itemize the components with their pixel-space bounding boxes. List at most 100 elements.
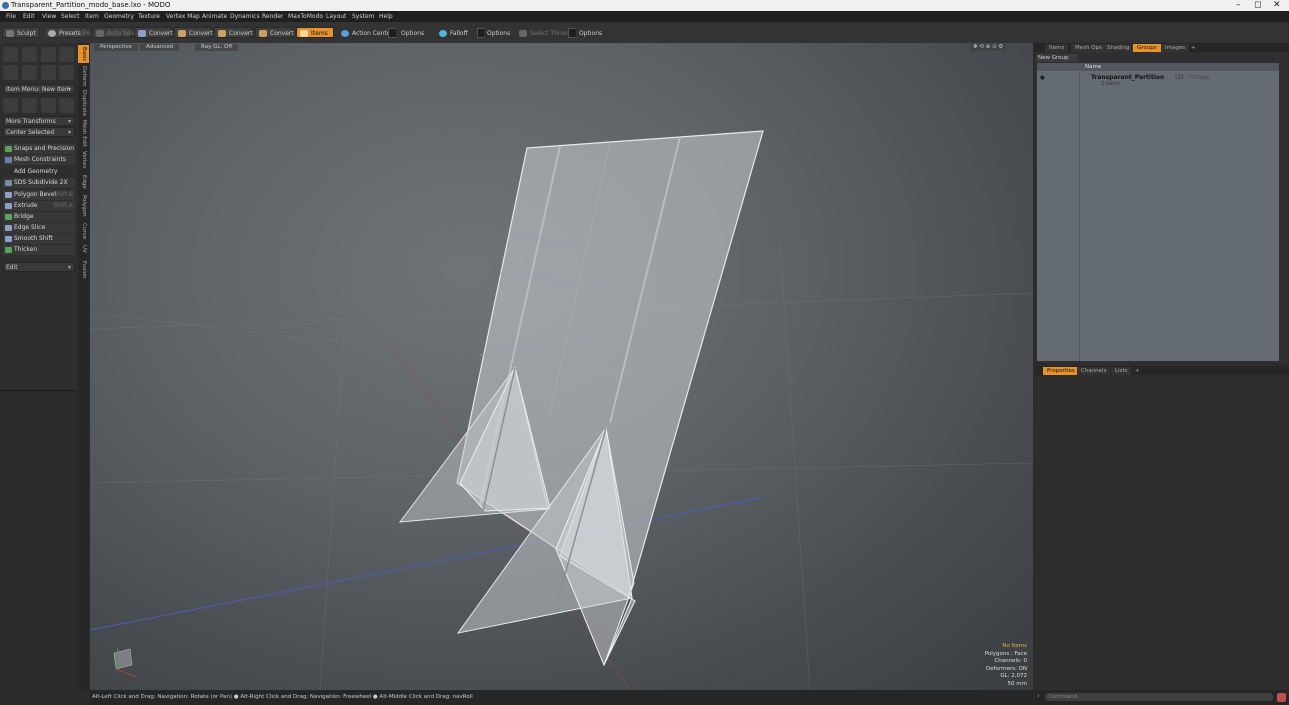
presets-icon [48, 30, 56, 37]
tab-basic[interactable]: Basic [78, 45, 89, 63]
tab-images[interactable]: Images [1161, 44, 1190, 52]
sculpt-icon [6, 30, 14, 37]
raygl-toggle[interactable]: Ray GL: Off [195, 44, 239, 51]
text-icon[interactable] [59, 65, 74, 80]
bridge-tool[interactable]: Bridge [3, 212, 75, 222]
view-type-dropdown[interactable]: Perspective [94, 44, 138, 51]
convert-icon [218, 30, 226, 37]
add-geometry-header[interactable]: Add Geometry [3, 167, 75, 177]
tab-uv[interactable]: UV [78, 243, 89, 255]
viewport-info: No Items Polygons : Face Channels: 0 Def… [984, 643, 1027, 687]
menu-dynamics[interactable]: Dynamics [230, 11, 260, 22]
groups-list-header: Name [1037, 63, 1279, 71]
tab-items[interactable]: Items [1045, 44, 1069, 52]
tab-mesh-edit[interactable]: Mesh Edit [78, 119, 89, 147]
groups-panel: Items Mesh Ops Shading Groups Images + N… [1035, 43, 1289, 363]
menu-animate[interactable]: Animate [202, 11, 227, 22]
menu-system[interactable]: System [352, 11, 374, 22]
action-center-button[interactable]: Action Center [337, 27, 393, 38]
menu-item[interactable]: Item [85, 11, 99, 22]
polygon-bevel-tool[interactable]: Polygon Bevel Shift-B [3, 190, 75, 200]
eye-icon[interactable]: ● [1040, 75, 1045, 81]
menu-help[interactable]: Help [379, 11, 393, 22]
wedge-icon[interactable] [41, 65, 56, 80]
mesh-constraints-tool[interactable]: Mesh Constraints [3, 155, 75, 165]
select-through-options-button[interactable]: Options [576, 27, 610, 38]
scale-icon[interactable] [41, 98, 56, 113]
rotate-icon[interactable] [22, 98, 37, 113]
add-tab-button[interactable]: + [1187, 44, 1200, 52]
sculpt-button[interactable]: Sculpt [2, 27, 40, 38]
bridge-icon [5, 214, 12, 220]
menu-file[interactable]: File [6, 11, 16, 22]
minimize-button[interactable]: – [1236, 0, 1241, 11]
3d-viewport[interactable]: Perspective Advanced Ray GL: Off ✥ ⟲ ⊕ ⊙… [90, 43, 1033, 690]
menu-vertex-map[interactable]: Vertex Map [166, 11, 200, 22]
close-button[interactable]: ✕ [1273, 0, 1281, 11]
items-mode-button[interactable]: Items [296, 27, 334, 38]
sds-subdivide-tool[interactable]: SDS Subdivide 2X [3, 178, 75, 188]
shading-mode-dropdown[interactable]: Advanced [140, 44, 180, 51]
command-history-icon[interactable] [1277, 693, 1286, 702]
tab-edge[interactable]: Edge [78, 173, 89, 191]
edit-dropdown[interactable]: Edit ▾ [3, 262, 75, 272]
snaps-and-precision-tool[interactable]: Snaps and Precision [3, 144, 75, 154]
maximize-button[interactable]: ◻ [1254, 0, 1261, 11]
viewport-nav-icons[interactable]: ✥ ⟲ ⊕ ⊙ ⚙ [970, 44, 1007, 51]
menu-view[interactable]: View [42, 11, 56, 22]
convert-edges-button[interactable]: Convert [174, 27, 213, 38]
select-through-button[interactable]: Select Through [515, 27, 575, 38]
tab-lists[interactable]: Lists [1111, 367, 1132, 375]
torus-icon[interactable] [3, 65, 18, 80]
tab-polygon[interactable]: Polygon [78, 193, 89, 219]
presets-button[interactable]: Presets F6 [44, 27, 90, 38]
menu-geometry[interactable]: Geometry [104, 11, 134, 22]
tab-mesh-ops[interactable]: Mesh Ops [1071, 44, 1106, 52]
item-menu-dropdown[interactable]: Item Menu: New Item ▾ [3, 84, 75, 94]
group-type: : Group [1187, 74, 1210, 81]
smooth-shift-tool[interactable]: Smooth Shift [3, 234, 75, 244]
tab-deform[interactable]: Deform [78, 65, 89, 87]
convert-vertices-button[interactable]: Convert [134, 27, 173, 38]
tab-fusion[interactable]: Fusion [78, 259, 89, 281]
sphere-icon[interactable] [22, 47, 37, 62]
tab-vertex[interactable]: Vertex [78, 149, 89, 171]
tab-shading[interactable]: Shading [1103, 44, 1134, 52]
more-transforms-dropdown[interactable]: More Transforms ▾ [3, 116, 75, 126]
tab-channels[interactable]: Channels [1077, 367, 1111, 375]
cylinder-icon[interactable] [41, 47, 56, 62]
center-selected-dropdown[interactable]: Center Selected ▾ [3, 127, 75, 137]
tab-curve[interactable]: Curve [78, 221, 89, 241]
edge-slice-tool[interactable]: Edge Slice [3, 223, 75, 233]
command-input[interactable]: Command [1045, 693, 1273, 701]
menu-edit[interactable]: Edit [23, 11, 35, 22]
menu-render[interactable]: Render [262, 11, 283, 22]
menu-texture[interactable]: Texture [138, 11, 160, 22]
menu-select[interactable]: Select [61, 11, 80, 22]
tab-properties[interactable]: Properties [1043, 367, 1079, 375]
group-row[interactable]: ● Transparent_Partition (2) : Group 2 It… [1037, 73, 1279, 89]
move-icon[interactable] [3, 98, 18, 113]
menu-layout[interactable]: Layout [326, 11, 346, 22]
tab-duplicate[interactable]: Duplicate [78, 89, 89, 117]
auto-select-button[interactable]: Auto Select [92, 27, 141, 38]
transform-icon[interactable] [59, 98, 74, 113]
select-through-icon [519, 30, 527, 37]
capsule-icon[interactable] [22, 65, 37, 80]
cube-icon[interactable] [3, 47, 18, 62]
viewport-header: Perspective Advanced Ray GL: Off ✥ ⟲ ⊕ ⊙… [90, 43, 1033, 52]
falloff-button[interactable]: Falloff [435, 27, 473, 38]
visibility-columns [1037, 71, 1080, 361]
extrude-tool[interactable]: Extrude Shift-X [3, 201, 75, 211]
menu-maxtomodo[interactable]: MaxToModo [288, 11, 323, 22]
new-group-button[interactable]: New Group [1036, 54, 1078, 62]
action-center-options-button[interactable]: Options [396, 27, 432, 38]
falloff-options-button[interactable]: Options [484, 27, 514, 38]
scene-canvas[interactable] [90, 43, 1033, 690]
add-tab-button[interactable]: + [1131, 367, 1144, 375]
tab-groups[interactable]: Groups [1133, 44, 1161, 52]
cone-icon[interactable] [59, 47, 74, 62]
convert-polygons-button[interactable]: Convert [214, 27, 253, 38]
convert-items-button[interactable]: Convert [255, 27, 294, 38]
thicken-tool[interactable]: Thicken [3, 245, 75, 255]
